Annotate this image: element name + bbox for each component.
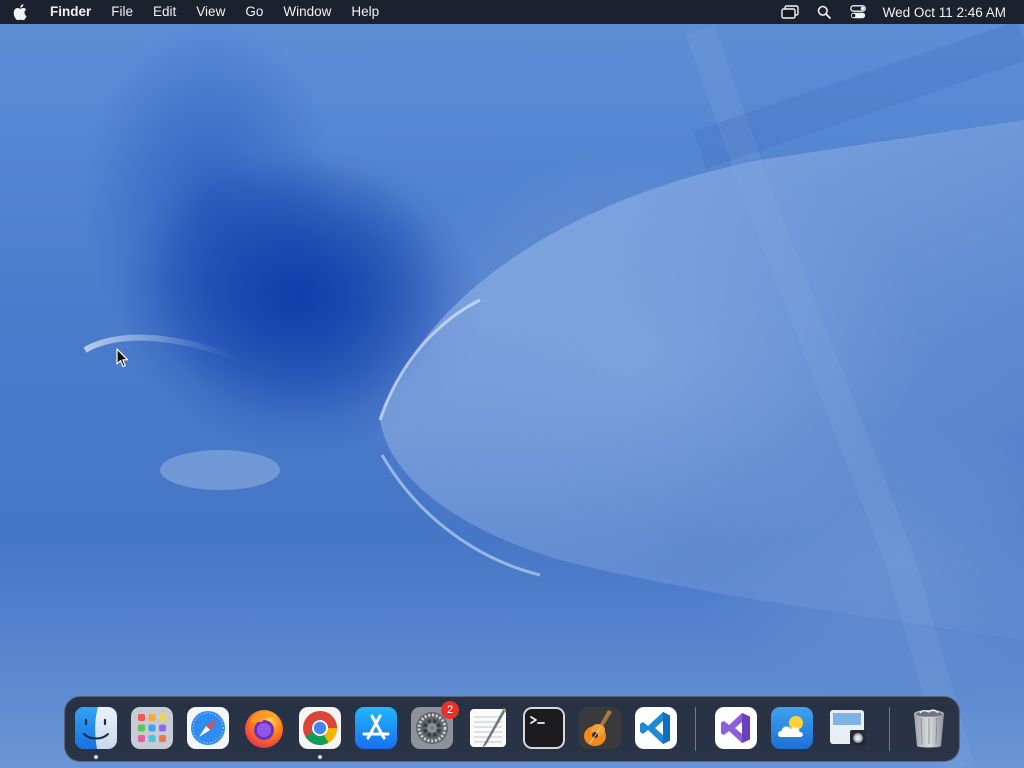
dock-item-preview[interactable]: [826, 706, 870, 750]
control-center-icon[interactable]: [841, 0, 875, 24]
dock-separator: [695, 707, 696, 751]
dock-item-launchpad[interactable]: [130, 706, 174, 750]
dock-item-firefox[interactable]: [242, 706, 286, 750]
dock-item-app-store[interactable]: [354, 706, 398, 750]
menu-edit[interactable]: Edit: [143, 0, 186, 24]
terminal-icon: [523, 707, 565, 749]
dock-item-vscode[interactable]: [634, 706, 678, 750]
running-indicator: [94, 755, 98, 759]
safari-icon: [187, 707, 229, 749]
notification-badge: 2: [441, 701, 459, 719]
weather-icon: [771, 707, 813, 749]
dock-item-safari[interactable]: [186, 706, 230, 750]
menu-window[interactable]: Window: [273, 0, 341, 24]
menu-view[interactable]: View: [186, 0, 235, 24]
menu-app-name[interactable]: Finder: [40, 0, 101, 24]
trash-icon: [914, 709, 944, 748]
dock-item-chrome[interactable]: [298, 706, 342, 759]
menu-file[interactable]: File: [101, 0, 143, 24]
chrome-icon: [299, 707, 341, 749]
vscode-icon: [635, 707, 677, 749]
garageband-icon: [579, 707, 621, 749]
dock-item-textedit[interactable]: [466, 706, 510, 750]
finder-icon: [75, 707, 117, 749]
dock-separator: [889, 707, 890, 751]
dock-item-visual-studio[interactable]: [714, 706, 758, 750]
dock-item-system-settings[interactable]: 2: [410, 701, 459, 750]
dock-item-trash[interactable]: [907, 706, 951, 750]
desktop-wallpaper: [0, 0, 1024, 768]
spotlight-search-icon[interactable]: [807, 0, 841, 24]
preview-icon: [830, 710, 866, 746]
dock-item-terminal[interactable]: [522, 706, 566, 750]
textedit-icon: [470, 708, 506, 748]
firefox-icon: [245, 710, 283, 748]
app-store-icon: [355, 707, 397, 749]
dock: 2: [64, 696, 960, 762]
dock-item-weather[interactable]: [770, 706, 814, 750]
launchpad-icon: [131, 707, 173, 749]
wallpaper-swoosh-shapes: [83, 21, 1024, 768]
menu-go[interactable]: Go: [235, 0, 273, 24]
dock-item-garageband[interactable]: [578, 706, 622, 750]
visual-studio-icon: [715, 707, 757, 749]
apple-menu-icon[interactable]: [0, 0, 40, 24]
menubar-clock[interactable]: Wed Oct 11 2:46 AM: [875, 5, 1006, 20]
screen-mirroring-icon[interactable]: [773, 0, 807, 24]
running-indicator: [318, 755, 322, 759]
menu-bar: Finder File Edit View Go Window Help Wed…: [0, 0, 1024, 24]
mouse-pointer-icon: [116, 348, 130, 368]
dock-item-finder[interactable]: [74, 706, 118, 759]
menu-help[interactable]: Help: [341, 0, 389, 24]
